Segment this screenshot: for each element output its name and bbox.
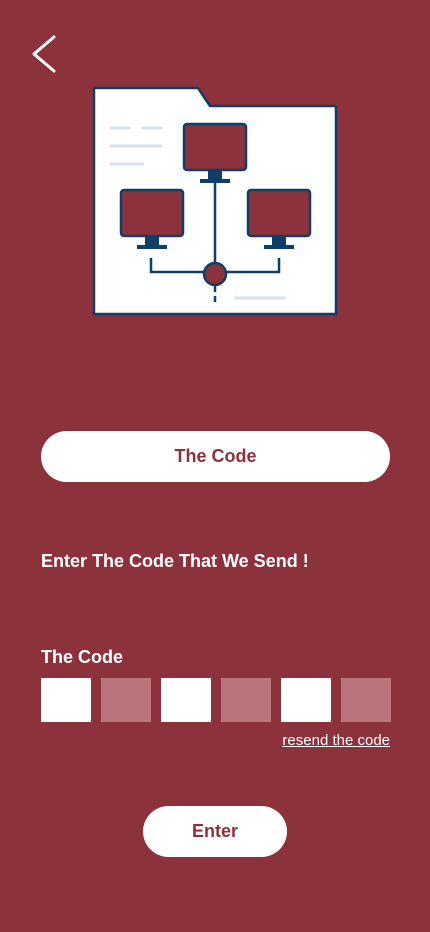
code-digit-1[interactable] bbox=[41, 678, 91, 722]
enter-button-label: Enter bbox=[191, 821, 238, 841]
code-digit-4[interactable] bbox=[221, 678, 271, 722]
code-digit-3[interactable] bbox=[161, 678, 211, 722]
code-digit-2[interactable] bbox=[101, 678, 151, 722]
enter-button[interactable]: Enter bbox=[143, 806, 287, 857]
network-folder-illustration bbox=[92, 86, 338, 316]
back-button[interactable] bbox=[28, 34, 60, 74]
title-pill-label: The Code bbox=[174, 446, 257, 466]
code-field-label: The Code bbox=[41, 647, 124, 667]
code-digit-5[interactable] bbox=[281, 678, 331, 722]
code-input-group bbox=[41, 678, 391, 722]
chevron-left-icon bbox=[32, 35, 56, 73]
code-digit-6[interactable] bbox=[341, 678, 391, 722]
resend-code-link[interactable]: resend the code bbox=[282, 732, 390, 749]
instruction-text: Enter The Code That We Send ! bbox=[41, 551, 309, 571]
title-pill: The Code bbox=[41, 431, 390, 482]
